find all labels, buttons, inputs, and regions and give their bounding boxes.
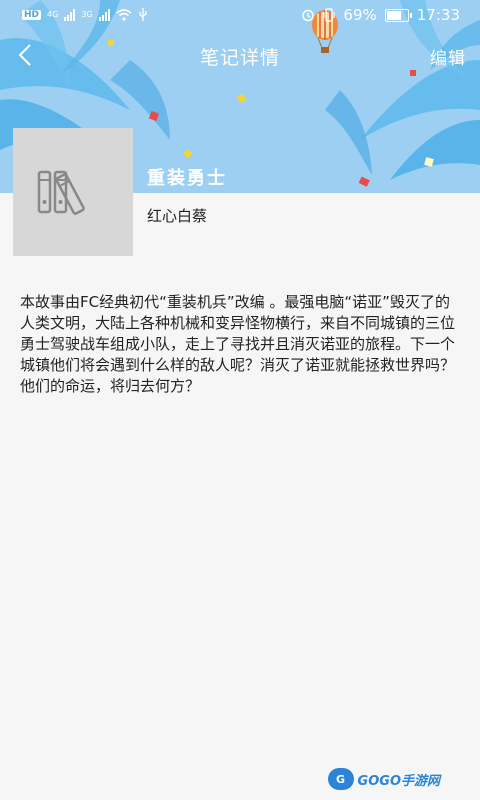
status-bar: HD 4G 3G 69% 17:33 xyxy=(0,0,480,32)
books-icon xyxy=(37,170,85,215)
watermark: G GOGO手游网 xyxy=(327,768,440,790)
navbar: 笔记详情 编辑 xyxy=(0,34,480,78)
watermark-logo: G xyxy=(327,768,354,790)
network-type-2: 3G xyxy=(81,10,93,19)
battery-percent: 69% xyxy=(343,6,377,24)
status-bar-left: HD 4G 3G xyxy=(22,8,148,21)
watermark-text: GOGO手游网 xyxy=(357,773,440,789)
signal-icon xyxy=(64,8,76,21)
signal-icon-2 xyxy=(98,8,110,21)
book-description: 本故事由FC经典初代“重装机兵”改编 。最强电脑“诺亚”毁灭了的人类文明，大陆上… xyxy=(20,293,456,395)
vibrate-icon xyxy=(323,8,336,22)
battery-icon xyxy=(384,8,412,22)
book-cover xyxy=(13,128,133,256)
book-author: 红心白蔡 xyxy=(147,207,208,225)
edit-button[interactable]: 编辑 xyxy=(430,44,466,69)
hd-badge: HD xyxy=(22,9,42,20)
network-type-1: 4G xyxy=(47,10,59,19)
clock: 17:33 xyxy=(416,6,460,24)
book-title: 重装勇士 xyxy=(147,168,227,189)
page-title: 笔记详情 xyxy=(199,47,280,69)
status-bar-right: 69% 17:33 xyxy=(301,6,460,24)
alarm-icon xyxy=(302,9,315,22)
wifi-icon xyxy=(116,8,132,21)
usb-icon xyxy=(138,8,147,21)
